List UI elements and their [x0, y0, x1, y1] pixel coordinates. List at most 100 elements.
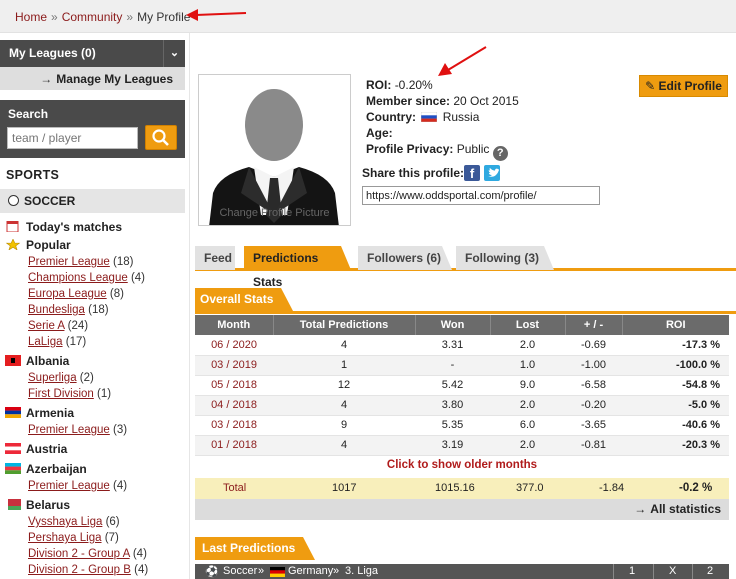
my-leagues-header[interactable]: My Leagues (0) ⌄ — [0, 40, 185, 67]
country-row: Country: Russia — [366, 109, 519, 125]
month-cell[interactable]: 05 / 2018 — [195, 375, 273, 396]
country-name: Armenia — [26, 406, 75, 420]
annotation-arrow-icon — [438, 46, 487, 76]
star-icon — [5, 239, 21, 250]
facebook-icon[interactable]: f — [464, 165, 480, 181]
sidebar-league-item[interactable]: Superliga (2) — [0, 370, 185, 386]
sport-soccer[interactable]: SOCCER — [0, 189, 185, 213]
plus-minus-cell: -0.81 — [565, 435, 622, 456]
league-link[interactable]: Premier League — [28, 424, 110, 436]
country-header[interactable]: Azerbaijan — [0, 460, 185, 478]
predictions-cell: 4 — [273, 395, 415, 416]
league-link[interactable]: Vysshaya Liga — [28, 516, 102, 528]
country-header[interactable]: Austria — [0, 440, 185, 458]
month-cell[interactable]: 04 / 2018 — [195, 395, 273, 416]
stats-row: 03 / 2019 1-1.0 -1.00 -100.0 % — [195, 355, 729, 376]
sidebar-league-item[interactable]: Champions League (4) — [0, 270, 185, 286]
breadcrumb-community[interactable]: Community — [62, 10, 123, 24]
league-link[interactable]: LaLiga — [28, 336, 63, 348]
sidebar-league-item[interactable]: Serie A (24) — [0, 318, 185, 334]
stats-header-row: Month Total Predictions Won Lost + / - R… — [195, 315, 729, 335]
league-count: (17) — [65, 336, 87, 348]
country-header[interactable]: Belarus — [0, 496, 185, 514]
month-cell[interactable]: 03 / 2018 — [195, 415, 273, 436]
lp-col-2: 2 — [707, 565, 714, 577]
change-picture-link[interactable]: Change Profile Picture — [199, 207, 350, 219]
sidebar-league-item[interactable]: Europa League (8) — [0, 286, 185, 302]
sidebar-league-item[interactable]: Premier League (18) — [0, 254, 185, 270]
sidebar-league-item[interactable]: Pershaya Liga (7) — [0, 530, 185, 546]
country-header[interactable]: Albania — [0, 352, 185, 370]
sidebar-league-item[interactable]: Division 2 - Group A (4) — [0, 546, 185, 562]
league-count: (3) — [113, 424, 128, 436]
all-statistics-link[interactable]: → All statistics — [195, 499, 729, 520]
sidebar-league-item[interactable]: Premier League (3) — [0, 422, 185, 438]
search-input[interactable] — [7, 127, 138, 149]
country-name: Belarus — [26, 498, 71, 512]
lp-col-x: X — [669, 565, 677, 577]
todays-matches-label: Today's matches — [26, 220, 122, 234]
member-label: Member since: — [366, 94, 451, 108]
sidebar-league-item[interactable]: Premier League (4) — [0, 478, 185, 494]
country-name: Albania — [26, 354, 70, 368]
won-cell: - — [415, 355, 490, 376]
league-link[interactable]: Champions League — [28, 272, 128, 284]
lost-cell: 2.0 — [490, 395, 565, 416]
country-header[interactable]: Armenia — [0, 404, 185, 422]
country-value: Russia — [442, 110, 480, 124]
league-link[interactable]: Pershaya Liga — [28, 532, 102, 544]
breadcrumb: Home» Community» My Profile — [0, 0, 736, 33]
league-count: (4) — [113, 480, 128, 492]
manage-leagues-link[interactable]: → Manage My Leagues — [0, 67, 185, 90]
league-link[interactable]: Division 2 - Group A — [28, 548, 130, 560]
league-count: (18) — [113, 256, 134, 268]
breadcrumb-separator: » — [126, 10, 134, 24]
league-link[interactable]: First Division — [28, 388, 94, 400]
sidebar-league-item[interactable]: Bundesliga (18) — [0, 302, 185, 318]
twitter-icon[interactable] — [484, 165, 500, 181]
help-icon[interactable]: ? — [492, 146, 508, 161]
sidebar-divider — [189, 33, 190, 579]
lp-league[interactable]: 3. Liga — [345, 565, 378, 577]
tab-followers[interactable]: Followers (6) — [358, 246, 452, 270]
tab-followers-label: Followers (6) — [367, 251, 442, 265]
show-older-months-link[interactable]: Click to show older months — [195, 459, 729, 471]
share-url-field[interactable] — [362, 186, 600, 205]
country-label: Country: — [366, 110, 416, 124]
stats-row: 03 / 2018 9 5.35 6.0 -3.65 -40.6 % — [195, 415, 729, 436]
tab-predictions-stats[interactable]: Predictions Stats — [244, 246, 351, 289]
edit-profile-button[interactable]: ✎ Edit Profile — [639, 75, 728, 97]
league-link[interactable]: Superliga — [28, 372, 77, 384]
league-link[interactable]: Premier League — [28, 256, 110, 268]
chevron-down-icon[interactable]: ⌄ — [163, 40, 185, 67]
league-count: (4) — [132, 548, 147, 560]
breadcrumb-home[interactable]: Home — [15, 10, 47, 24]
lost-cell: 2.0 — [490, 435, 565, 456]
breadcrumb-current: My Profile — [137, 10, 191, 24]
tab-following-label: Following (3) — [465, 251, 539, 265]
armenia-flag-icon — [5, 407, 21, 418]
league-link[interactable]: Premier League — [28, 480, 110, 492]
league-link[interactable]: Bundesliga — [28, 304, 85, 316]
month-cell[interactable]: 01 / 2018 — [195, 435, 273, 456]
lp-sport[interactable]: Soccer — [223, 565, 257, 577]
predictions-cell: 4 — [273, 335, 415, 356]
month-cell[interactable]: 06 / 2020 — [195, 335, 273, 356]
calendar-icon — [6, 221, 19, 232]
search-button[interactable] — [145, 125, 177, 150]
league-link[interactable]: Europa League — [28, 288, 107, 300]
league-link[interactable]: Division 2 - Group B — [28, 564, 131, 576]
my-leagues-label: My Leagues (0) — [9, 46, 96, 60]
lp-country[interactable]: Germany — [288, 565, 333, 577]
tab-feed[interactable]: Feed — [195, 246, 235, 270]
todays-matches-link[interactable]: Today's matches — [0, 218, 185, 236]
avatar[interactable]: Change Profile Picture — [198, 74, 351, 226]
month-cell[interactable]: 03 / 2019 — [195, 355, 273, 376]
sidebar-league-item[interactable]: Vysshaya Liga (6) — [0, 514, 185, 530]
sidebar-league-item[interactable]: Division 2 - Group B (4) — [0, 562, 185, 578]
tab-following[interactable]: Following (3) — [456, 246, 554, 270]
sidebar-league-item[interactable]: LaLiga (17) — [0, 334, 185, 350]
league-link[interactable]: Serie A — [28, 320, 64, 332]
sidebar-league-list: Today's matches Popular Premier League (… — [0, 218, 185, 578]
sidebar-league-item[interactable]: First Division (1) — [0, 386, 185, 402]
